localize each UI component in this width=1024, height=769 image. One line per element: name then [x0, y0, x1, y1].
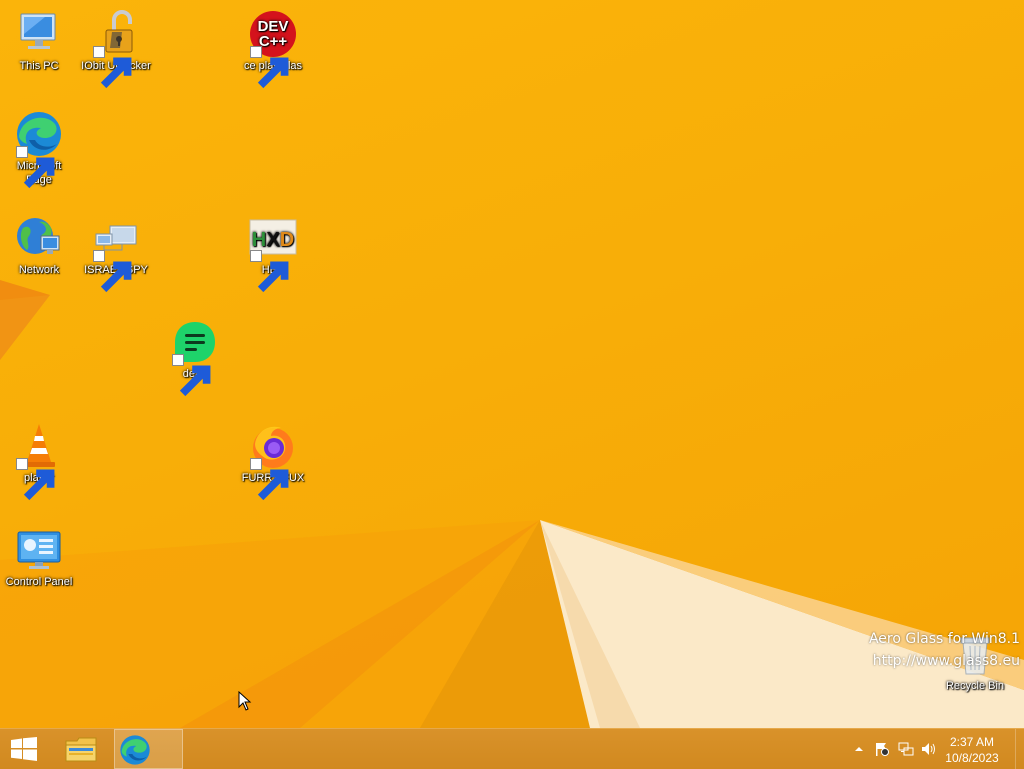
- desktop-icon-israel-spy[interactable]: ISRAEL SPY: [77, 214, 155, 293]
- taskbar-edge-button[interactable]: [114, 729, 183, 769]
- show-hidden-icons-chevron-icon[interactable]: [851, 741, 867, 757]
- windows-logo-icon: [11, 737, 37, 761]
- desktop-icon-control-panel[interactable]: Control Panel: [0, 526, 78, 589]
- desktop-icon-label: This PC: [19, 60, 59, 72]
- this-pc-icon: [15, 10, 63, 58]
- show-desktop-button[interactable]: [1015, 729, 1024, 769]
- taskbar-file-explorer-button[interactable]: [58, 729, 104, 769]
- svg-text:D: D: [280, 229, 294, 251]
- desktop-icon-label: Network: [18, 264, 60, 276]
- desktop-icon-furry-fux[interactable]: FURRY FUX: [234, 422, 312, 501]
- edge-icon: [15, 110, 63, 189]
- mouse-cursor-icon: [238, 691, 252, 711]
- network-globe-icon: [15, 214, 63, 262]
- clock-time: 2:37 AM: [949, 735, 995, 749]
- shortcut-arrow-icon: [93, 250, 132, 293]
- desktop-icon-label: Control Panel: [5, 576, 73, 588]
- desktop-icon-player[interactable]: player: [0, 422, 78, 501]
- action-center-flag-icon[interactable]: [874, 741, 890, 757]
- network-status-icon[interactable]: [898, 741, 914, 757]
- svg-text:X: X: [266, 229, 280, 251]
- desktop-icon-hex[interactable]: H X D HEX: [234, 214, 312, 293]
- wallpaper: [0, 280, 1024, 728]
- svg-text:H: H: [252, 229, 266, 251]
- shortcut-arrow-icon: [250, 250, 289, 293]
- padlock-icon: [92, 10, 140, 89]
- watermark-url: http://www.glass8.eu: [872, 653, 1020, 669]
- control-panel-icon: [15, 526, 63, 574]
- shortcut-arrow-icon: [250, 458, 289, 501]
- start-button[interactable]: [0, 729, 50, 769]
- hxd-icon: H X D: [249, 214, 297, 293]
- shortcut-arrow-icon: [93, 46, 132, 89]
- taskbar: 2:37 AM 10/8/2023: [0, 728, 1024, 769]
- shortcut-arrow-icon: [16, 146, 55, 189]
- desktop-icon-this-pc[interactable]: This PC: [0, 10, 78, 73]
- desktop-icon-microsoft-edge[interactable]: Microsoft Edge: [0, 110, 78, 189]
- desktop-icon-network[interactable]: Network: [0, 214, 78, 277]
- clock-date: 10/8/2023: [945, 751, 999, 765]
- watermark-title: Aero Glass for Win8.1: [868, 631, 1020, 647]
- devcpp-icon: DEV C++: [249, 10, 297, 89]
- volume-speaker-icon[interactable]: [921, 741, 937, 757]
- desktop-icon-iobit-unlocker[interactable]: IObit Unlocker: [77, 10, 155, 89]
- shortcut-arrow-icon: [172, 354, 211, 397]
- desktop-icon-ce-plas-plas[interactable]: DEV C++ ce plas plas: [234, 10, 312, 89]
- chat-bubble-icon: [171, 318, 219, 397]
- vlc-cone-icon: [15, 422, 63, 501]
- desktop-icon-dead[interactable]: dead: [156, 318, 234, 397]
- taskbar-clock[interactable]: 2:37 AM 10/8/2023: [942, 734, 1002, 766]
- firefox-icon: [249, 422, 297, 501]
- file-explorer-icon: [65, 737, 97, 762]
- desktop-icon-label: Recycle Bin: [945, 680, 1005, 692]
- edge-icon: [120, 735, 150, 765]
- remote-desktop-icon: [92, 214, 140, 293]
- shortcut-arrow-icon: [250, 46, 289, 89]
- shortcut-arrow-icon: [16, 458, 55, 501]
- desktop[interactable]: This PC IObit Unlocker DEV C++ ce plas p: [0, 0, 1024, 728]
